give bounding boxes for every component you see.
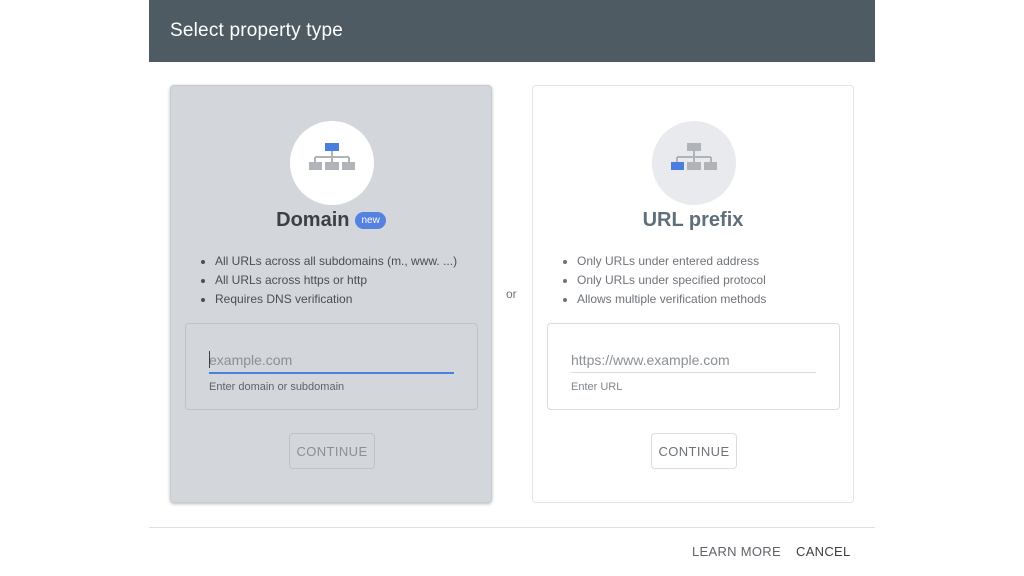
url-prefix-card[interactable]: URL prefix Only URLs under entered addre… <box>532 85 854 503</box>
or-separator: or <box>506 287 517 301</box>
dialog-header: Select property type <box>149 0 875 62</box>
list-item: Allows multiple verification methods <box>577 290 766 309</box>
domain-title: Domain new <box>171 209 491 232</box>
domain-input-underline <box>209 372 454 374</box>
domain-input[interactable] <box>209 348 454 372</box>
url-input-box: Enter URL <box>547 323 840 410</box>
url-input-hint: Enter URL <box>571 381 623 393</box>
select-property-dialog: Select property type Domain new All URLs … <box>149 0 875 576</box>
list-item: Only URLs under specified protocol <box>577 271 766 290</box>
url-prefix-icon-circle <box>652 121 736 205</box>
footer-divider <box>149 527 875 528</box>
domain-continue-button[interactable]: CONTINUE <box>289 433 375 469</box>
cancel-button[interactable]: CANCEL <box>796 544 851 559</box>
dialog-title: Select property type <box>170 20 343 41</box>
domain-input-hint: Enter domain or subdomain <box>209 381 345 393</box>
url-input[interactable] <box>571 348 816 372</box>
domain-feature-list: All URLs across all subdomains (m., www.… <box>199 252 457 309</box>
list-item: Only URLs under entered address <box>577 252 766 271</box>
url-input-underline <box>571 372 816 373</box>
url-continue-button[interactable]: CONTINUE <box>651 433 737 469</box>
new-badge: new <box>355 212 386 229</box>
domain-card[interactable]: Domain new All URLs across all subdomains… <box>170 85 492 503</box>
list-item: All URLs across https or http <box>215 271 457 290</box>
sitemap-icon <box>309 143 355 170</box>
list-item: All URLs across all subdomains (m., www.… <box>215 252 457 271</box>
text-cursor <box>209 351 210 368</box>
learn-more-button[interactable]: LEARN MORE <box>692 544 781 559</box>
url-prefix-feature-list: Only URLs under entered address Only URL… <box>561 252 766 309</box>
domain-icon-circle <box>290 121 374 205</box>
list-item: Requires DNS verification <box>215 290 457 309</box>
domain-title-text: Domain <box>276 209 350 231</box>
domain-input-box: Enter domain or subdomain <box>185 323 478 410</box>
url-prefix-title: URL prefix <box>642 209 744 231</box>
sitemap-icon <box>671 143 717 170</box>
